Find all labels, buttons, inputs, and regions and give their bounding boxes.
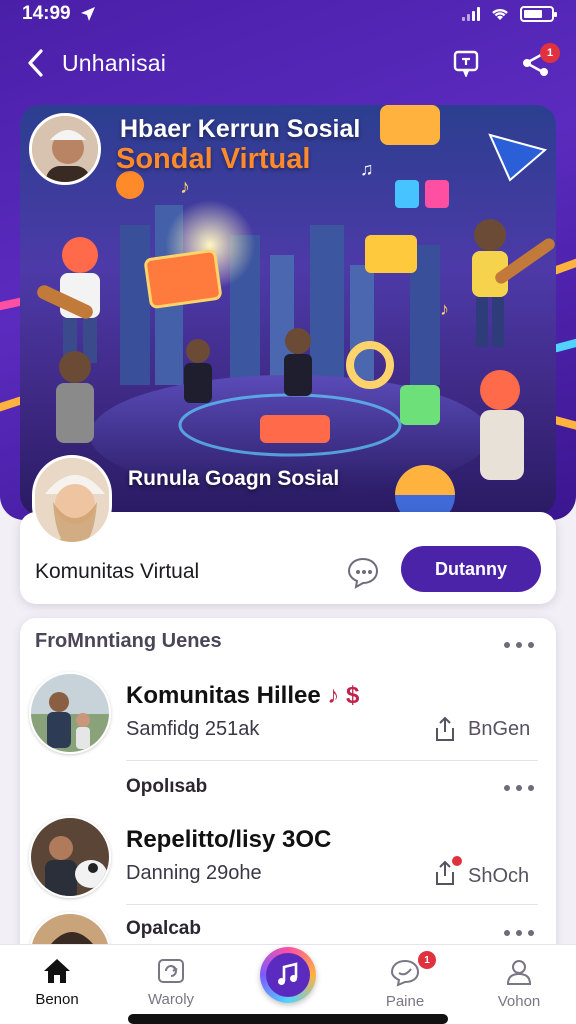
chat-bubble-icon bbox=[347, 557, 379, 589]
hero-title: Hbaer Kerrun Sosial bbox=[120, 115, 361, 143]
hero-subtitle: Sondal Virtual bbox=[116, 143, 311, 175]
item-subtitle: Samfidg 251ak bbox=[126, 718, 260, 740]
status-bar: 14:99 bbox=[0, 0, 576, 28]
music-icon bbox=[278, 962, 298, 985]
gallery-icon bbox=[158, 959, 184, 983]
share-button[interactable]: 1 bbox=[516, 43, 560, 83]
item-title: Komunitas Hillee ♪ $ bbox=[126, 682, 360, 709]
community-avatar[interactable] bbox=[32, 455, 112, 545]
svg-text:♪: ♪ bbox=[180, 176, 190, 198]
notification-badge: 1 bbox=[540, 43, 560, 63]
wifi-icon bbox=[492, 8, 508, 20]
hero-banner[interactable]: ♪ ♫ ♪ Hbaer Kerrun Sosial Sondal Virtual… bbox=[20, 105, 556, 515]
hero-caption: Runula Goagn Sosial bbox=[128, 467, 340, 490]
back-button[interactable] bbox=[20, 43, 50, 83]
join-button[interactable]: Dutanny bbox=[401, 546, 541, 592]
item-avatar[interactable] bbox=[29, 672, 111, 754]
chevron-left-icon bbox=[28, 49, 43, 77]
section-more-button[interactable] bbox=[504, 638, 534, 652]
item-more-button[interactable] bbox=[504, 926, 534, 940]
location-arrow-icon bbox=[80, 7, 95, 21]
message-button[interactable] bbox=[446, 43, 486, 83]
tab-gallery[interactable]: Waroly bbox=[114, 945, 228, 1024]
community-chat-button[interactable] bbox=[343, 552, 383, 592]
item-title: Repelitto/lisy 3OC bbox=[126, 826, 332, 853]
svg-text:♪: ♪ bbox=[440, 299, 449, 319]
music-note-icon: ♪ $ bbox=[327, 682, 360, 709]
home-icon bbox=[44, 959, 70, 983]
home-indicator bbox=[128, 1014, 448, 1024]
item-label: Opalcab bbox=[126, 918, 201, 939]
tab-chat[interactable]: 1 Paine bbox=[348, 945, 462, 1024]
item-share-button[interactable]: ShOch bbox=[434, 856, 529, 892]
item-label: Opolısab bbox=[126, 776, 208, 797]
profile-icon bbox=[506, 960, 532, 985]
section-title: FroMnntiang Uenes bbox=[35, 630, 222, 652]
tab-profile[interactable]: Vohon bbox=[462, 945, 576, 1024]
tab-home[interactable]: Benon bbox=[0, 945, 114, 1024]
item-share-button[interactable]: BnGen bbox=[434, 716, 530, 742]
community-name: Komunitas Virtual bbox=[35, 560, 200, 583]
page-title: Unhanisai bbox=[62, 49, 167, 76]
divider bbox=[126, 904, 538, 905]
item-avatar[interactable] bbox=[29, 816, 111, 898]
top-nav: Unhanisai 1 bbox=[0, 36, 576, 90]
signal-icon bbox=[462, 7, 480, 21]
alert-dot bbox=[452, 856, 462, 866]
host-avatar[interactable] bbox=[29, 113, 101, 185]
item-more-button[interactable] bbox=[504, 781, 534, 795]
share-up-icon bbox=[436, 716, 454, 741]
battery-icon bbox=[520, 6, 557, 22]
svg-text:♫: ♫ bbox=[360, 159, 374, 179]
status-time: 14:99 bbox=[22, 3, 71, 24]
message-square-icon bbox=[453, 50, 479, 77]
music-fab-button[interactable] bbox=[260, 947, 316, 1003]
divider bbox=[126, 760, 538, 761]
tab-badge: 1 bbox=[418, 951, 436, 969]
item-subtitle: Danning 29ohe bbox=[126, 862, 262, 884]
chat-icon bbox=[390, 959, 420, 987]
